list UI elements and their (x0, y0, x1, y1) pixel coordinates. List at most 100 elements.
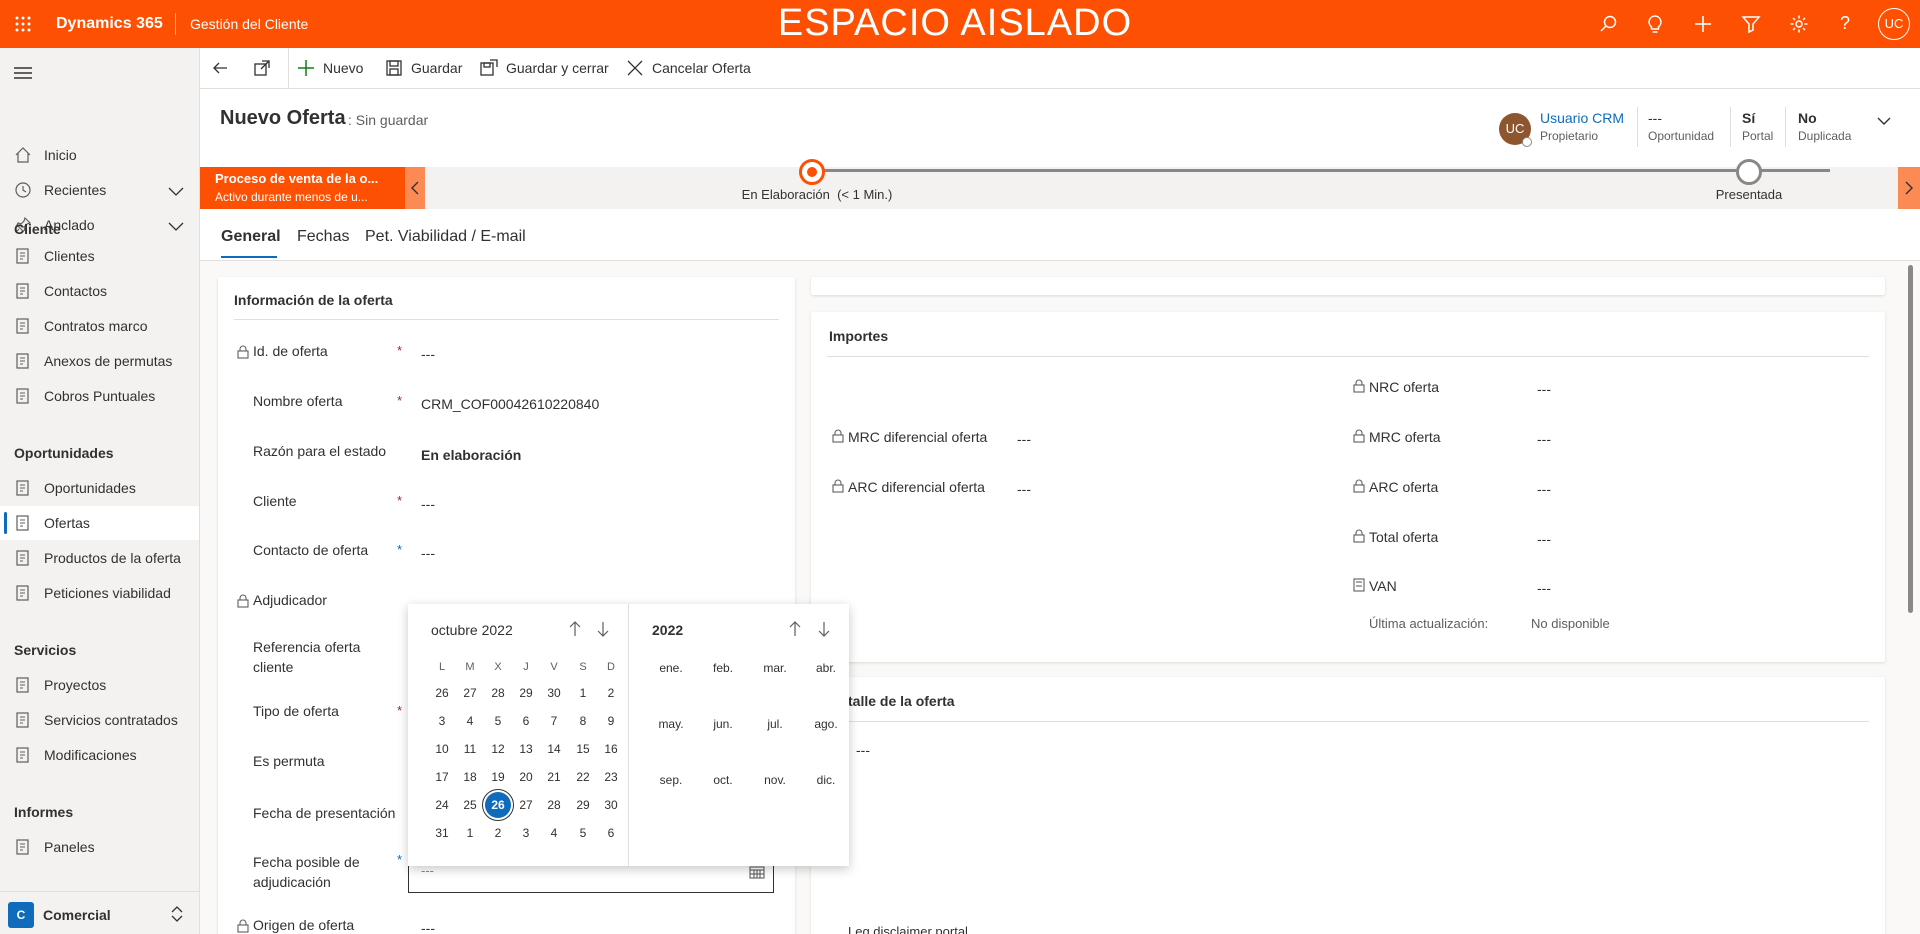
calendar-day[interactable]: 27 (513, 792, 539, 818)
field-value[interactable]: --- (421, 920, 435, 934)
owner-name[interactable]: Usuario CRM (1540, 110, 1624, 126)
calendar-day[interactable]: 13 (513, 736, 539, 762)
calendar-day[interactable]: 1 (457, 820, 483, 846)
prev-year-arrow-icon[interactable] (788, 621, 802, 637)
hamburger-icon[interactable] (14, 66, 32, 80)
cancel-offer-button[interactable]: Cancelar Oferta (626, 48, 751, 88)
lightbulb-icon[interactable] (1645, 14, 1665, 34)
filter-icon[interactable] (1741, 14, 1761, 34)
calendar-day[interactable]: 2 (485, 820, 511, 846)
calendar-day[interactable]: 19 (485, 764, 511, 790)
calendar-day[interactable]: 30 (598, 792, 624, 818)
importe-value[interactable]: --- (1017, 431, 1031, 447)
field-value[interactable]: --- (421, 346, 435, 362)
tab-general[interactable]: General (221, 228, 281, 246)
calendar-month[interactable]: feb. (698, 661, 748, 675)
calendar-day[interactable]: 15 (570, 736, 596, 762)
calendar-day[interactable]: 2 (598, 680, 624, 706)
stage-active-marker[interactable] (799, 159, 825, 185)
calendar-day[interactable]: 12 (485, 736, 511, 762)
calendar-month[interactable]: dic. (801, 773, 851, 787)
sidebar-item-contratos-marco[interactable]: Contratos marco (0, 309, 199, 343)
vertical-scrollbar[interactable] (1908, 265, 1913, 613)
stage-next-marker[interactable] (1736, 159, 1762, 185)
calendar-day[interactable]: 27 (457, 680, 483, 706)
calendar-month[interactable]: nov. (750, 773, 800, 787)
area-name[interactable]: Gestión del Cliente (190, 16, 308, 32)
calendar-day[interactable]: 1 (570, 680, 596, 706)
chevron-down-icon[interactable] (168, 184, 184, 196)
process-flyout[interactable]: Proceso de venta de la o... Activo duran… (200, 167, 405, 209)
calendar-year-title[interactable]: 2022 (652, 622, 683, 638)
calendar-icon[interactable] (749, 864, 765, 880)
sidebar-item-recientes[interactable]: Recientes (0, 173, 199, 207)
calendar-day[interactable]: 9 (598, 708, 624, 734)
app-name[interactable]: Dynamics 365 (56, 15, 163, 33)
calendar-day[interactable]: 8 (570, 708, 596, 734)
calendar-day[interactable]: 29 (513, 680, 539, 706)
calendar-day[interactable]: 4 (457, 708, 483, 734)
calendar-day[interactable]: 5 (570, 820, 596, 846)
sidebar-item-anexos-de-permutas[interactable]: Anexos de permutas (0, 344, 199, 378)
calendar-day[interactable]: 3 (513, 820, 539, 846)
sidebar-item-modificaciones[interactable]: Modificaciones (0, 738, 199, 772)
sidebar-item-productos-de-la-oferta[interactable]: Productos de la oferta (0, 541, 199, 575)
calendar-day[interactable]: 16 (598, 736, 624, 762)
importe-value[interactable]: --- (1537, 580, 1551, 596)
importe-value[interactable]: --- (1537, 481, 1551, 497)
calendar-day[interactable]: 26 (429, 680, 455, 706)
area-switcher[interactable]: C Comercial (0, 891, 199, 934)
chevron-down-icon[interactable] (168, 219, 184, 231)
process-prev-button[interactable] (405, 167, 425, 209)
calendar-month[interactable]: mar. (750, 661, 800, 675)
new-button[interactable]: Nuevo (297, 48, 363, 88)
app-launcher-icon[interactable] (14, 15, 32, 33)
calendar-day[interactable]: 30 (541, 680, 567, 706)
calendar-month[interactable]: ago. (801, 717, 851, 731)
calendar-day[interactable]: 25 (457, 792, 483, 818)
next-year-arrow-icon[interactable] (817, 621, 831, 637)
calendar-day[interactable]: 6 (513, 708, 539, 734)
calendar-day[interactable]: 3 (429, 708, 455, 734)
sidebar-item-paneles[interactable]: Paneles (0, 830, 199, 864)
calendar-day[interactable]: 22 (570, 764, 596, 790)
field-value[interactable]: --- (421, 545, 435, 561)
calendar-month[interactable]: jun. (698, 717, 748, 731)
open-new-window-icon[interactable] (254, 48, 270, 88)
calendar-day[interactable]: 21 (541, 764, 567, 790)
calendar-day[interactable]: 7 (541, 708, 567, 734)
calendar-month[interactable]: jul. (750, 717, 800, 731)
stage-en-elaboracion[interactable]: En Elaboración (< 1 Min.) (700, 187, 934, 202)
sidebar-item-contactos[interactable]: Contactos (0, 274, 199, 308)
calendar-day[interactable]: 28 (541, 792, 567, 818)
calendar-day-selected[interactable]: 26 (482, 789, 514, 821)
user-avatar[interactable]: UC (1878, 8, 1910, 40)
importe-value[interactable]: --- (1537, 431, 1551, 447)
calendar-day[interactable]: 11 (457, 736, 483, 762)
sidebar-item-servicios-contratados[interactable]: Servicios contratados (0, 703, 199, 737)
header-expand-chevron-icon[interactable] (1876, 113, 1892, 129)
tab-fechas[interactable]: Fechas (297, 228, 349, 246)
importe-value[interactable]: --- (1017, 481, 1031, 497)
calendar-day[interactable]: 6 (598, 820, 624, 846)
process-next-button[interactable] (1898, 167, 1920, 209)
calendar-day[interactable]: 24 (429, 792, 455, 818)
calendar-day[interactable]: 18 (457, 764, 483, 790)
gear-icon[interactable] (1789, 14, 1809, 34)
tab-pet-viabilidad[interactable]: Pet. Viabilidad / E-mail (365, 228, 526, 246)
calendar-month[interactable]: sep. (646, 773, 696, 787)
calendar-day[interactable]: 5 (485, 708, 511, 734)
calendar-day[interactable]: 29 (570, 792, 596, 818)
sidebar-item-inicio[interactable]: Inicio (0, 138, 199, 172)
importe-value[interactable]: --- (1537, 531, 1551, 547)
importe-value[interactable]: --- (1537, 381, 1551, 397)
calendar-day[interactable]: 20 (513, 764, 539, 790)
search-icon[interactable] (1599, 14, 1619, 34)
sidebar-item-clientes[interactable]: Clientes (0, 239, 199, 273)
calendar-day[interactable]: 4 (541, 820, 567, 846)
sidebar-item-cobros-puntuales[interactable]: Cobros Puntuales (0, 379, 199, 413)
prev-month-arrow-icon[interactable] (568, 621, 582, 637)
stage-presentada[interactable]: Presentada (1649, 187, 1849, 202)
calendar-month[interactable]: abr. (801, 661, 851, 675)
sidebar-item-ofertas[interactable]: Ofertas (0, 506, 199, 540)
